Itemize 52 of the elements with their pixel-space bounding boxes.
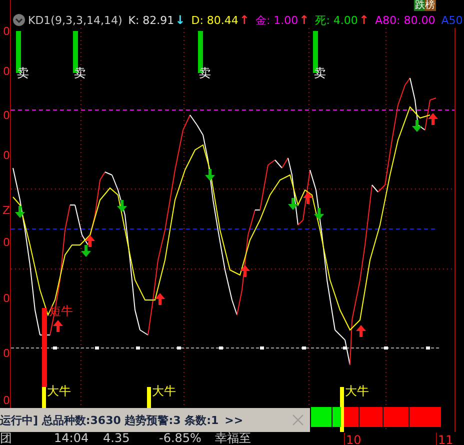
down-arrow-icon bbox=[412, 120, 422, 132]
down-arrow-icon bbox=[117, 200, 127, 212]
quote-cell: 4.35 bbox=[103, 432, 130, 445]
up-arrow-icon bbox=[155, 293, 165, 305]
up-arrow-icon bbox=[428, 113, 438, 125]
axis-label: 0 bbox=[3, 395, 10, 407]
ranking-tab[interactable]: 跌榜 bbox=[414, 0, 436, 11]
axis-label: 0 bbox=[3, 348, 10, 360]
sell-signal-label: 卖 bbox=[74, 66, 86, 80]
axis-label: Z bbox=[3, 205, 10, 217]
axis-label: 0 bbox=[3, 150, 10, 162]
indicator-value: A50 bbox=[441, 14, 463, 26]
down-arrow-icon bbox=[314, 208, 324, 220]
up-arrow-icon bbox=[356, 325, 366, 337]
indicator-value: D: 80.44 bbox=[191, 14, 238, 26]
indicator-value: K: 82.91 bbox=[128, 14, 174, 26]
up-arrow-icon bbox=[53, 320, 63, 332]
quote-cell: 幸福至 bbox=[215, 432, 251, 445]
quote-cell: -6.85% bbox=[159, 432, 202, 445]
trend-arrow: ↑ bbox=[239, 13, 250, 27]
down-arrow-icon bbox=[15, 206, 25, 218]
down-arrow-icon bbox=[288, 198, 298, 210]
sell-signal-label: 卖 bbox=[199, 66, 211, 80]
indicator-value: 金: 1.00 bbox=[255, 12, 298, 28]
trend-arrow: ↑ bbox=[299, 13, 310, 27]
big-bull-label: 大牛 bbox=[47, 384, 71, 398]
sell-signal-label: 卖 bbox=[17, 66, 29, 80]
dropdown-icon[interactable] bbox=[13, 14, 25, 26]
date-label: 10 bbox=[344, 433, 362, 445]
axis-label: 0 bbox=[3, 26, 10, 38]
trend-arrow: ↓ bbox=[175, 13, 186, 27]
up-arrow-icon bbox=[85, 235, 95, 247]
trend-arrow: ↑ bbox=[358, 13, 369, 27]
more-button[interactable]: >> bbox=[224, 414, 244, 426]
indicator-value: 死: 4.00 bbox=[315, 12, 358, 28]
axis-label: 0 bbox=[3, 293, 10, 305]
quote-cell: 团 bbox=[0, 432, 12, 445]
indicator-name: KD1(9,3,3,14,14) bbox=[28, 14, 122, 26]
down-arrow-icon bbox=[205, 169, 215, 181]
big-bull-label: 大牛 bbox=[345, 384, 369, 398]
status-text: 运行中] 总品种数:3630 趋势预警:3 条数:1 bbox=[0, 412, 219, 428]
up-arrow-icon bbox=[240, 265, 250, 277]
up-arrow-icon bbox=[303, 192, 313, 204]
date-label: 11 bbox=[436, 433, 454, 445]
axis-label: 0 bbox=[3, 237, 10, 249]
axis-label: 0 bbox=[3, 66, 10, 78]
indicator-value: A80: 80.00 bbox=[375, 14, 436, 26]
sell-signal-label: 卖 bbox=[314, 66, 326, 80]
down-arrow-icon bbox=[81, 245, 91, 257]
quote-cell: 14:04 bbox=[54, 432, 89, 445]
axis-label: 0 bbox=[3, 110, 10, 122]
big-bull-label: 大牛 bbox=[152, 384, 176, 398]
